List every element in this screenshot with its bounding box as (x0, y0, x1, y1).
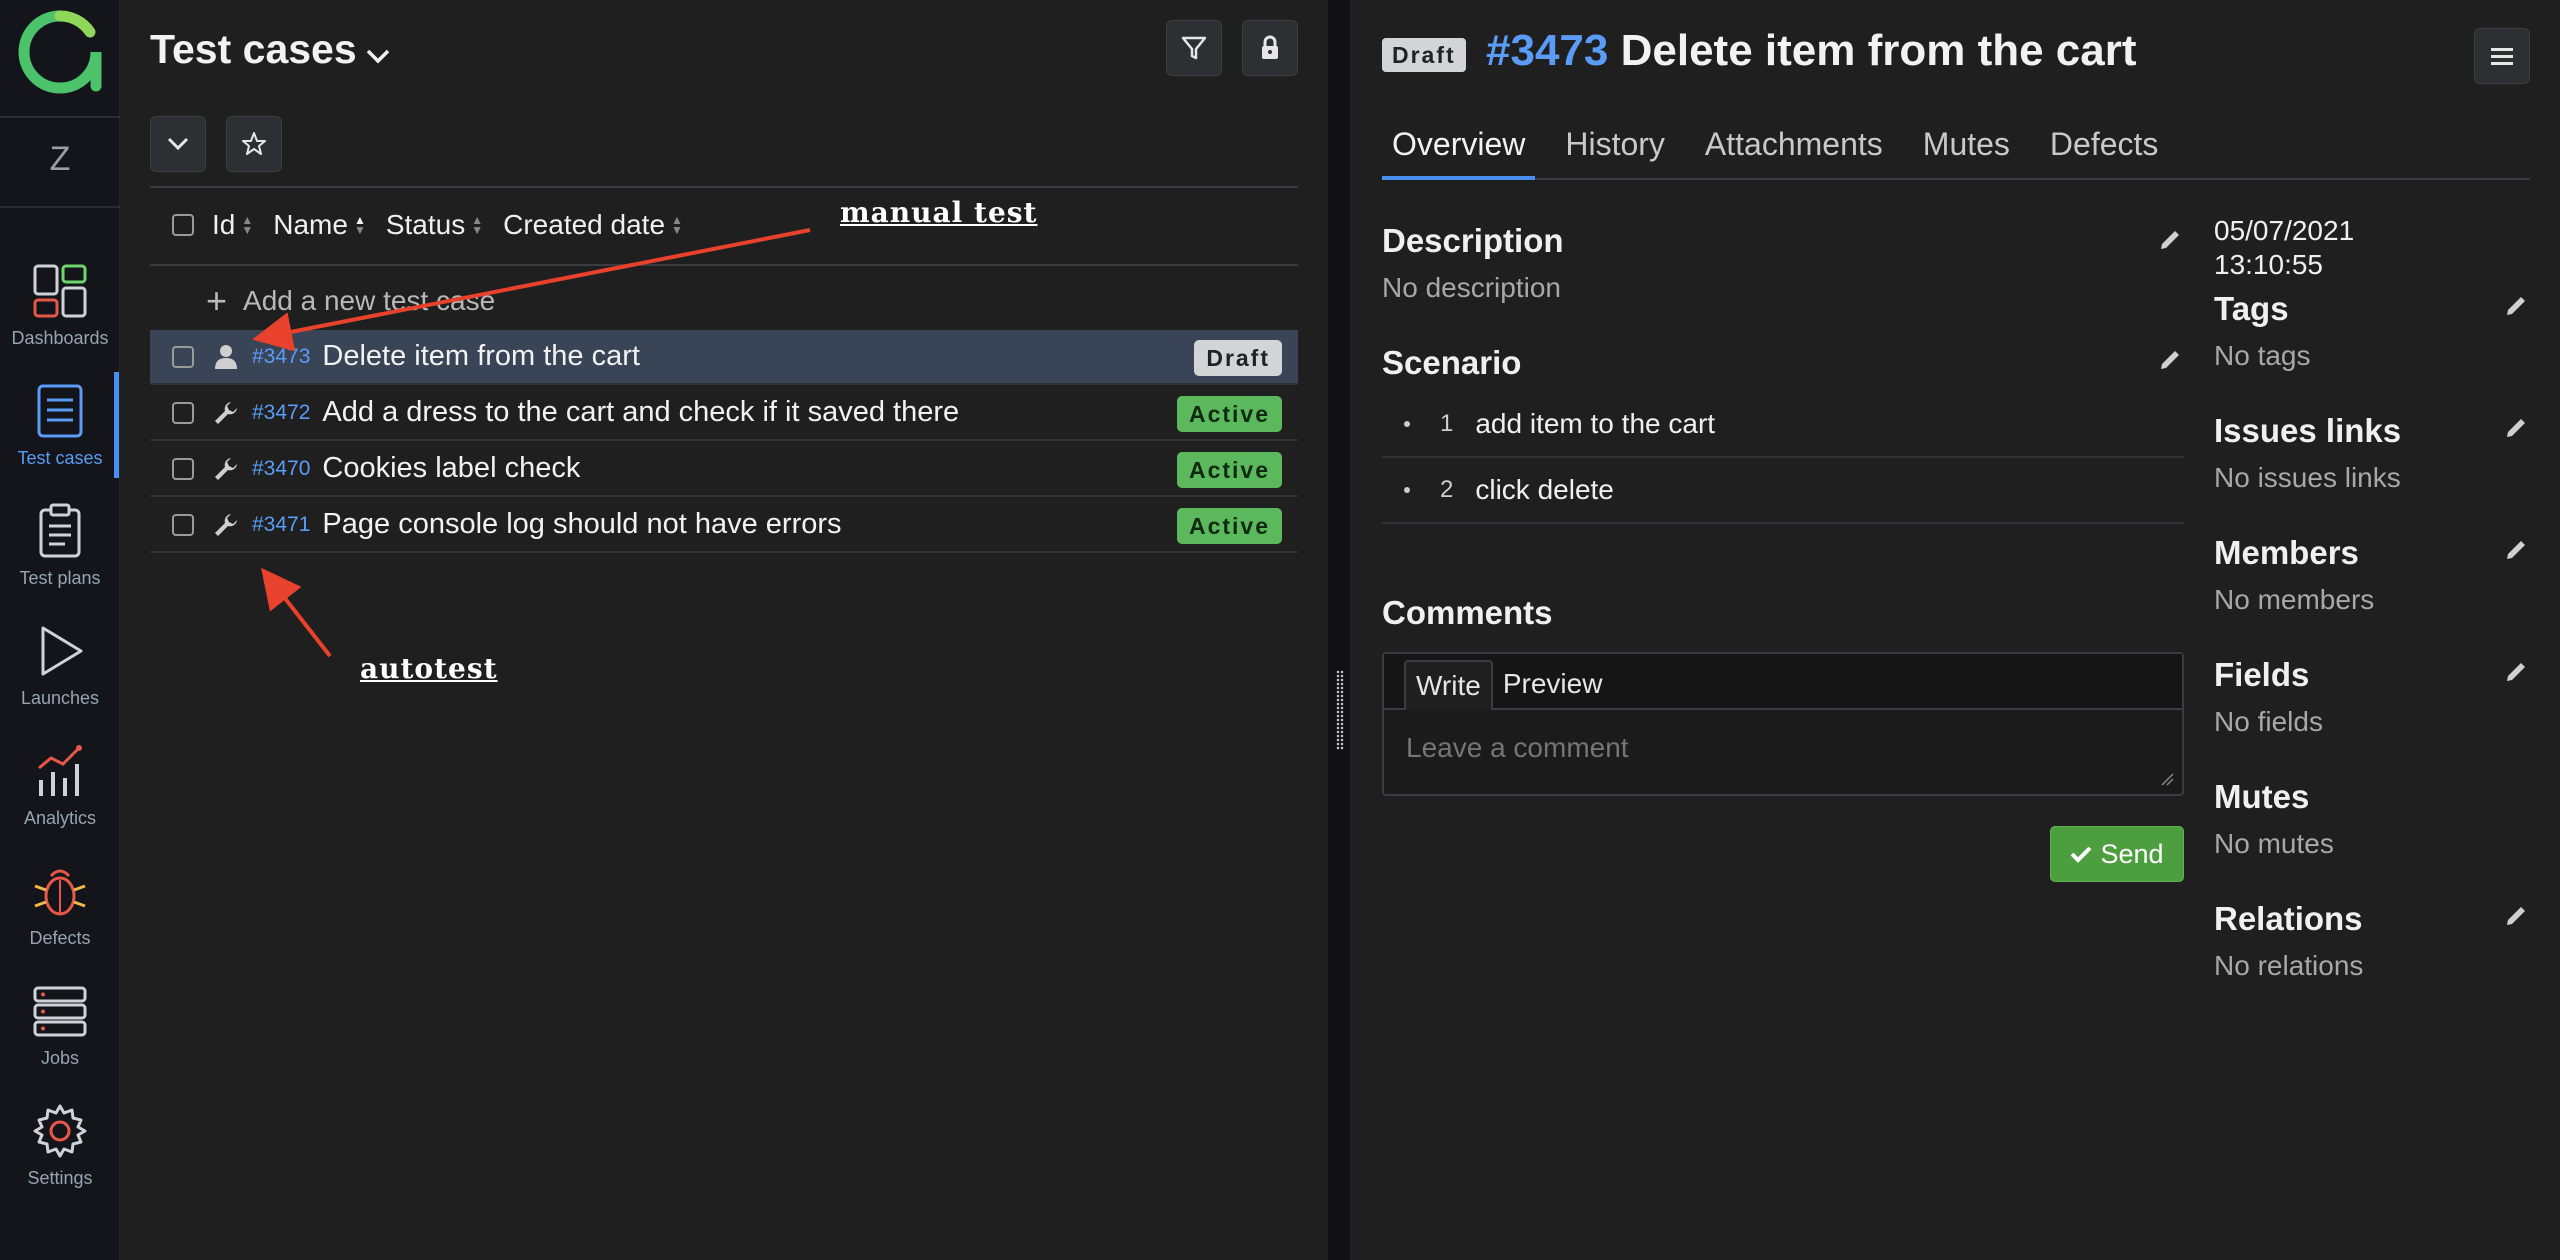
edit-relations-icon[interactable] (2504, 902, 2530, 928)
sidebar-item-label: Analytics (23, 808, 97, 828)
edit-members-icon[interactable] (2504, 536, 2530, 562)
description-title: Description (1382, 222, 1564, 259)
tab-defects[interactable]: Defects (2040, 122, 2168, 178)
sidebar-item-label: Test cases (17, 448, 103, 468)
detail-name: Delete item from the cart (1620, 26, 2137, 75)
step-number: 1 (1440, 410, 1454, 437)
panel-splitter[interactable] (1328, 0, 1350, 1260)
created-date: 05/07/2021 13:10:55 (2214, 214, 2354, 282)
sidebar-item-settings[interactable]: Settings (0, 1102, 120, 1212)
tab-overview[interactable]: Overview (1382, 122, 1536, 180)
mutes-title: Mutes (2214, 778, 2310, 815)
step-text: click delete (1475, 474, 1614, 505)
test-cases-icon (37, 384, 83, 438)
sidebar-divider (0, 206, 120, 208)
description-value: No description (1382, 272, 1561, 303)
resize-handle-icon[interactable] (2160, 772, 2174, 786)
edit-issues-icon[interactable] (2504, 414, 2530, 440)
relations-title: Relations (2214, 900, 2363, 937)
tab-preview[interactable]: Preview (1493, 660, 1613, 708)
active-nav-indicator (114, 372, 119, 478)
sidebar-item-defects[interactable]: Defects (0, 862, 120, 972)
test-case-list-panel: Test cases Id ▲ ▼ Name ▲ ▼ Status ▲ ▼ Created … (120, 0, 1328, 1260)
issues-value: No issues links (2214, 462, 2401, 493)
edit-tags-icon[interactable] (2504, 292, 2530, 318)
defects-icon (34, 869, 86, 916)
project-switcher[interactable]: Z (0, 140, 120, 179)
sidebar-item-launches[interactable]: Launches (0, 622, 120, 732)
tab-write[interactable]: Write (1404, 660, 1493, 710)
check-icon (2070, 839, 2092, 870)
comments-title: Comments (1382, 594, 1553, 631)
detail-title: #3473 Delete item from the cart (1486, 26, 2137, 76)
tags-title: Tags (2214, 290, 2289, 327)
status-badge: Draft (1382, 38, 1466, 72)
send-button[interactable]: Send (2050, 826, 2184, 882)
scenario-title: Scenario (1382, 344, 1522, 381)
scenario-step[interactable]: 1 add item to the cart (1382, 392, 2184, 458)
sidebar-item-label: Test plans (19, 568, 101, 588)
sidebar-item-jobs[interactable]: Jobs (0, 982, 120, 1092)
step-text: add item to the cart (1475, 408, 1716, 439)
mutes-value: No mutes (2214, 828, 2334, 859)
tab-mutes[interactable]: Mutes (1913, 122, 2020, 178)
dashboards-icon (33, 264, 87, 318)
test-plans-icon (39, 503, 81, 558)
send-label: Send (2100, 838, 2164, 869)
settings-icon (33, 1104, 87, 1158)
fields-value: No fields (2214, 706, 2323, 737)
bullet (1404, 487, 1410, 493)
annotation-arrow-manual (252, 228, 811, 352)
sidebar-item-label: Defects (29, 928, 91, 948)
step-number: 2 (1440, 476, 1454, 503)
sidebar-item-test-cases[interactable]: Test cases (0, 382, 120, 492)
sidebar-item-label: Dashboards (11, 328, 109, 348)
members-title: Members (2214, 534, 2359, 571)
edit-description-icon[interactable] (2158, 226, 2184, 252)
fields-title: Fields (2214, 656, 2310, 693)
edit-scenario-icon[interactable] (2158, 346, 2184, 372)
relations-value: No relations (2214, 950, 2364, 981)
sidebar-item-test-plans[interactable]: Test plans (0, 502, 120, 612)
menu-button[interactable] (2474, 28, 2530, 84)
comment-editor: Write Preview (1382, 652, 2184, 796)
sidebar-item-dashboards[interactable]: Dashboards (0, 262, 120, 372)
sidebar-item-label: Settings (27, 1168, 93, 1188)
drag-handle-icon[interactable] (1336, 670, 1344, 750)
comment-tabs: Write Preview (1384, 654, 2182, 710)
sidebar-item-analytics[interactable]: Analytics (0, 742, 120, 852)
test-case-detail-panel: Draft #3473 Delete item from the cart Ov… (1350, 0, 2560, 1260)
tags-value: No tags (2214, 340, 2311, 371)
issues-title: Issues links (2214, 412, 2402, 449)
hamburger-icon (2491, 48, 2513, 65)
annotation-arrow-autotest (261, 567, 332, 658)
sidebar-item-label: Launches (20, 688, 100, 708)
detail-number: #3473 (1486, 26, 1609, 75)
edit-fields-icon[interactable] (2504, 658, 2530, 684)
sidebar: Z Dashboards Test cases Test plans Launc… (0, 0, 120, 1260)
sidebar-divider (0, 116, 120, 118)
members-value: No members (2214, 584, 2375, 615)
created-time-value: 13:10:55 (2214, 249, 2323, 280)
detail-tabs: Overview History Attachments Mutes Defec… (1382, 122, 2530, 180)
sidebar-item-label: Jobs (40, 1048, 80, 1068)
comment-input[interactable] (1406, 732, 2146, 764)
tab-attachments[interactable]: Attachments (1695, 122, 1893, 178)
scenario-step[interactable]: 2 click delete (1382, 458, 2184, 524)
launches-icon (41, 626, 83, 676)
annotation-arrows (252, 228, 811, 658)
analytics-icon (38, 745, 82, 796)
jobs-icon (33, 986, 87, 1037)
bullet (1404, 421, 1410, 427)
tab-history[interactable]: History (1555, 122, 1675, 178)
created-date-value: 05/07/2021 (2214, 215, 2355, 246)
allure-logo[interactable] (18, 10, 102, 94)
